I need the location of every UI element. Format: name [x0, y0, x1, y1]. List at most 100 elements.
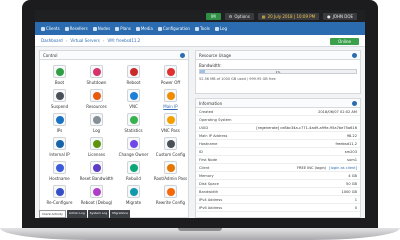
nav-media[interactable]: Media [135, 26, 153, 31]
statistics-icon-glyph [129, 115, 138, 124]
info-row-key: Client [199, 165, 210, 170]
resource-usage-header: Resource Usage [196, 51, 360, 60]
control-tile-vnc[interactable]: VNC [118, 89, 149, 111]
control-tile-reset-bandwidth[interactable]: Reset Bandwidth [80, 161, 113, 183]
control-tile-label: Suspend [50, 104, 69, 109]
info-row-key: IPv6 Address [199, 205, 223, 210]
nav-clients[interactable]: Clients [41, 26, 60, 31]
statistics-icon [127, 113, 140, 126]
rewrite-config-icon [164, 185, 177, 198]
calendar-icon: ▦ [261, 13, 266, 19]
reset-bandwidth-icon [90, 161, 103, 174]
breadcrumb: Dashboard › Virtual Servers › VM: freebs… [35, 35, 365, 47]
control-panel-title: Control [43, 52, 58, 58]
nav-resellers[interactable]: Resellers [64, 26, 88, 31]
control-tile-label: Statistics [124, 128, 143, 133]
control-tile-ips[interactable]: IPs [44, 113, 75, 135]
user-icon: ● [327, 13, 331, 19]
login-as-client-link[interactable]: [login as client] [329, 166, 357, 170]
nav-nodes[interactable]: Nodes [92, 26, 110, 31]
info-icon[interactable] [180, 52, 185, 58]
info-row-key: ID [199, 149, 203, 154]
tab-system-log[interactable]: System Log [87, 210, 110, 218]
rewrite-config-icon-glyph [166, 187, 175, 196]
info-icon[interactable] [352, 52, 357, 58]
user-menu[interactable]: ● JOHN DOE [323, 12, 357, 20]
control-tile-rewrite-config[interactable]: Rewrite Config [155, 185, 186, 207]
nav-configuration[interactable]: Configuration [157, 26, 190, 31]
control-tile-boot[interactable]: Boot [44, 65, 75, 87]
info-row-value: 4 GB [348, 173, 357, 178]
info-row: Bandwidth 1000 GB [196, 188, 360, 196]
control-tile-label: Re-Configure [46, 200, 73, 205]
configuration-icon [157, 26, 162, 31]
info-row-value-wrap: 2018/06/07 02:02 AM [318, 110, 357, 114]
control-tile-hostname[interactable]: Hostname [44, 161, 75, 183]
control-tile-log[interactable]: Log [81, 113, 112, 135]
control-tile-power-off[interactable]: Power Off [155, 65, 186, 87]
ips-icon-glyph [55, 115, 64, 124]
control-tile-statistics[interactable]: Statistics [118, 113, 149, 135]
breadcrumb-separator: › [65, 38, 68, 43]
control-tile-vnc-pass[interactable]: VNC Pass [155, 113, 186, 135]
breadcrumb-virtual-servers[interactable]: Virtual Servers [70, 38, 100, 43]
shutdown-icon [90, 65, 103, 78]
tab-client-activity[interactable]: Client Activity [39, 210, 66, 218]
information-title: Information [199, 100, 223, 106]
options-menu[interactable]: ⚙ Options [224, 12, 254, 20]
info-icon[interactable] [352, 100, 357, 106]
breadcrumb-dashboard[interactable]: Dashboard [41, 38, 63, 43]
control-tile-label: Hostname [49, 176, 70, 181]
status-indicator[interactable]: IM [206, 12, 221, 20]
control-grid: Boot Shutdown Reboot Power Off Suspend Resour… [40, 60, 188, 207]
reboot-debug-icon-glyph [92, 187, 101, 196]
info-row-value: 50 GB [346, 181, 357, 186]
tab-admin-log[interactable]: Admin Log [66, 210, 87, 218]
info-row-value: sum1 [347, 157, 357, 162]
control-tile-reboot[interactable]: Reboot [118, 65, 149, 87]
app-screen: IM ⚙ Options ▦ 20 July 2018 | 10:09 PM ● JO… [35, 10, 365, 218]
boot-icon [53, 65, 66, 78]
info-row-value-wrap: sum1 [347, 158, 357, 162]
control-tile-rebuild[interactable]: Rebuild [118, 161, 149, 183]
control-tile-main-ip[interactable]: Main IP [155, 89, 186, 111]
control-tile-change-owner[interactable]: Change Owner [118, 137, 149, 159]
info-row: Main IP Address 98.22 [196, 132, 360, 140]
bandwidth-label: Bandwidth: [199, 63, 222, 68]
info-row-value-wrap: FREE INC (login) [login as client] [297, 166, 357, 170]
rebuild-icon-glyph [129, 163, 138, 172]
control-tile-label: Shutdown [86, 80, 107, 85]
nav-log[interactable]: Log [214, 26, 227, 31]
info-row-key: Memory [199, 173, 214, 178]
control-tile-custom-config[interactable]: Custom Config [155, 137, 186, 159]
nav-plans[interactable]: Plans [115, 26, 131, 31]
resources-icon [90, 89, 103, 102]
tab-migrations[interactable]: Migrations [110, 210, 130, 218]
info-row-key: UUID [199, 125, 209, 130]
control-tile-re-configure[interactable]: Re-Configure [44, 185, 75, 207]
nav-tools[interactable]: Tools [194, 26, 210, 31]
resource-usage-panel: Resource Usage Bandwidth: 1% 52.56 MB of… [195, 50, 361, 94]
re-configure-icon-glyph [55, 187, 64, 196]
control-tile-label: Licenses [87, 152, 106, 157]
information-panel: Information Created 2018/06/07 02:02 AM Op… [195, 98, 361, 218]
control-tile-licenses[interactable]: Licenses [81, 137, 112, 159]
resource-usage-title: Resource Usage [199, 52, 232, 58]
control-tile-shutdown[interactable]: Shutdown [81, 65, 112, 87]
control-tile-label: Log [92, 128, 101, 133]
control-tile-root-admin-pass[interactable]: Root/Admin Pass [154, 161, 187, 183]
control-tile-internal-ip[interactable]: Internal IP [44, 137, 75, 159]
control-tile-label: VNC [129, 104, 138, 109]
control-tile-label: Internal IP [49, 152, 70, 157]
info-row-key: Created [199, 109, 214, 114]
control-tile-label: Reboot (Debug) [80, 200, 113, 205]
control-tile-reboot-debug[interactable]: Reboot (Debug) [81, 185, 112, 207]
control-tile-suspend[interactable]: Suspend [44, 89, 75, 111]
reboot-debug-icon [90, 185, 103, 198]
control-tile-resources[interactable]: Resources [81, 89, 112, 111]
gear-icon: ⚙ [228, 13, 233, 19]
reset-bandwidth-icon-glyph [92, 163, 101, 172]
control-tile-label: Main IP [163, 104, 178, 109]
info-row-value-wrap: [regenerate] ce8bc34a-c771-4ad9-a99e-95a… [256, 126, 357, 130]
control-tile-migrate[interactable]: Migrate [118, 185, 149, 207]
